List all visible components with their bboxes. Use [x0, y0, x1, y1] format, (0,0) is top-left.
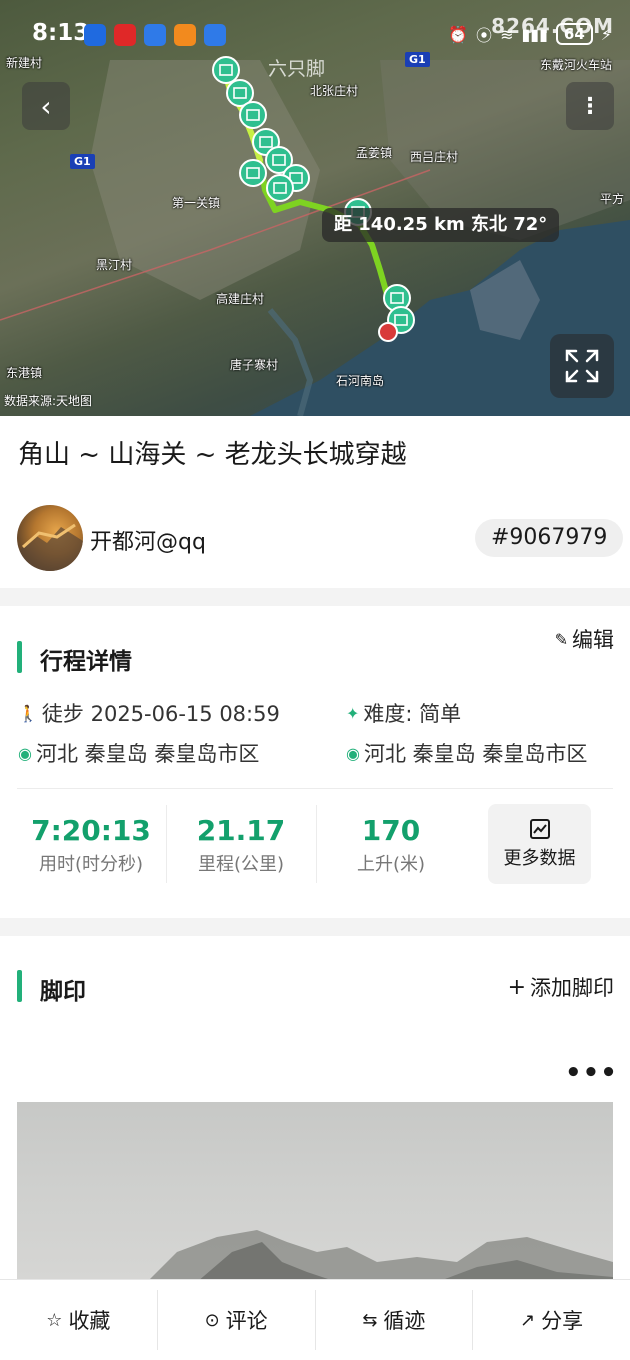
map-label: 石河南岛 — [336, 374, 385, 388]
app-notification-icon — [204, 24, 226, 46]
expand-icon — [565, 349, 599, 383]
avatar-image — [17, 523, 83, 571]
map-label: 西吕庄村 — [410, 150, 459, 164]
chart-icon — [529, 819, 550, 839]
map-label: 平方 — [600, 192, 625, 206]
edit-icon: ✎ — [554, 629, 568, 649]
photo-image — [147, 1230, 613, 1282]
section-accent-bar — [17, 641, 22, 673]
comment-label: 评论 — [225, 1309, 268, 1333]
share-icon: ↗ — [520, 1309, 536, 1331]
more-dots-icon[interactable]: ••• — [565, 1058, 618, 1088]
comment-icon: ⊙ — [204, 1309, 220, 1331]
stat-value: 7:20:13 — [31, 814, 151, 847]
stat-value: 21.17 — [196, 814, 286, 847]
author-avatar[interactable] — [17, 505, 83, 571]
page: 8:13 ⏰ ⦿ ≋ ▮▮▮ 64 ⚡ 六只脚 ‹ ⋮ 新建村 北张庄村 孟姜镇… — [0, 0, 630, 1360]
stat-label: 用时(时分秒) — [38, 854, 144, 875]
map-label: 东港镇 — [6, 366, 43, 380]
footprint-section-title: 脚印 — [40, 979, 86, 1005]
more-options-button[interactable]: ⋮ — [566, 82, 614, 130]
activity-text: 徒步 2025-06-15 08:59 — [41, 702, 280, 726]
vertical-dots-icon: ⋮ — [579, 93, 601, 119]
divider-line — [17, 788, 613, 789]
app-watermark: 六只脚 — [268, 58, 326, 80]
puzzle-icon: ✦ — [346, 703, 360, 723]
section-divider — [0, 918, 630, 936]
map-label: 东戴河火车站 — [540, 58, 613, 72]
difficulty-text: 难度: 简单 — [363, 702, 462, 726]
favorite-label: 收藏 — [68, 1309, 111, 1333]
share-button[interactable]: ↗ 分享 — [473, 1290, 630, 1350]
track-map[interactable]: 8:13 ⏰ ⦿ ≋ ▮▮▮ 64 ⚡ 六只脚 ‹ ⋮ 新建村 北张庄村 孟姜镇… — [0, 0, 630, 416]
star-icon: ☆ — [46, 1309, 63, 1331]
map-data-source: 数据来源:天地图 — [4, 394, 93, 408]
section-divider — [0, 588, 630, 606]
start-location: ◉ 河北 秦皇岛 秦皇岛市区 — [18, 738, 259, 768]
author-name[interactable]: 开都河@qq — [90, 524, 206, 556]
map-label: 新建村 — [6, 56, 43, 70]
plus-icon: + — [507, 974, 526, 1000]
activity-info: 🚶 徒步 2025-06-15 08:59 — [18, 698, 280, 728]
app-notification-icon — [114, 24, 136, 46]
start-location-text: 河北 秦皇岛 秦皇岛市区 — [35, 742, 260, 766]
map-label: 孟姜镇 — [356, 146, 393, 160]
road-sign: G1 — [405, 52, 430, 67]
comment-button[interactable]: ⊙ 评论 — [158, 1290, 316, 1350]
follow-track-label: 循迹 — [383, 1309, 426, 1333]
trip-section-title: 行程详情 — [40, 649, 132, 675]
end-location: ◉ 河北 秦皇岛 秦皇岛市区 — [346, 738, 587, 768]
map-label: 唐子寨村 — [230, 358, 279, 372]
stat-duration: 7:20:13 用时(时分秒) — [16, 814, 166, 876]
map-label: 北张庄村 — [310, 84, 359, 98]
stat-ascent: 170 上升(米) — [316, 814, 466, 876]
app-notification-icon — [174, 24, 196, 46]
stat-value: 170 — [361, 814, 421, 847]
start-pin-icon: ◉ — [18, 743, 32, 763]
map-label: 黑汀村 — [96, 258, 133, 272]
track-follow-icon: ⇆ — [362, 1309, 378, 1331]
road-sign: G1 — [70, 154, 95, 169]
fullscreen-button[interactable] — [550, 334, 614, 398]
add-footprint-button[interactable]: + 添加脚印 — [508, 972, 614, 1002]
track-title: 角山 ~ 山海关 ~ 老龙头长城穿越 — [18, 440, 407, 470]
status-time: 8:13 — [32, 20, 90, 46]
stat-distance: 21.17 里程(公里) — [166, 814, 316, 876]
share-label: 分享 — [541, 1309, 584, 1333]
add-footprint-label: 添加脚印 — [530, 976, 614, 1000]
chevron-left-icon: ‹ — [40, 89, 52, 123]
app-notification-icon — [84, 24, 106, 46]
difficulty-info: ✦ 难度: 简单 — [346, 698, 461, 728]
map-label: 高建庄村 — [216, 292, 265, 306]
stat-label: 里程(公里) — [197, 854, 285, 875]
track-id-badge[interactable]: #9067979 — [475, 519, 624, 557]
end-location-text: 河北 秦皇岛 秦皇岛市区 — [363, 742, 588, 766]
app-notification-icon — [144, 24, 166, 46]
status-app-icons — [84, 24, 226, 46]
back-button[interactable]: ‹ — [22, 82, 70, 130]
hiking-icon: 🚶 — [18, 703, 38, 723]
more-data-label: 更多数据 — [503, 848, 576, 869]
distance-label: 距 140.25 km 东北 72° — [322, 208, 560, 242]
bottom-action-bar: ☆ 收藏 ⊙ 评论 ⇆ 循迹 ↗ 分享 — [0, 1279, 630, 1360]
follow-track-button[interactable]: ⇆ 循迹 — [316, 1290, 474, 1350]
alarm-icon: ⏰ — [448, 24, 469, 44]
map-label: 第一关镇 — [172, 196, 221, 210]
more-data-button[interactable]: 更多数据 — [488, 804, 591, 884]
end-pin-icon: ◉ — [346, 743, 360, 763]
stat-label: 上升(米) — [356, 854, 426, 875]
site-watermark: 8264.COM — [491, 14, 614, 38]
location-icon: ⦿ — [476, 26, 493, 45]
section-accent-bar — [17, 970, 22, 1002]
edit-button[interactable]: ✎ 编辑 — [555, 624, 614, 654]
footprint-photo[interactable] — [17, 1102, 613, 1282]
edit-label: 编辑 — [572, 628, 614, 652]
favorite-button[interactable]: ☆ 收藏 — [0, 1290, 158, 1350]
